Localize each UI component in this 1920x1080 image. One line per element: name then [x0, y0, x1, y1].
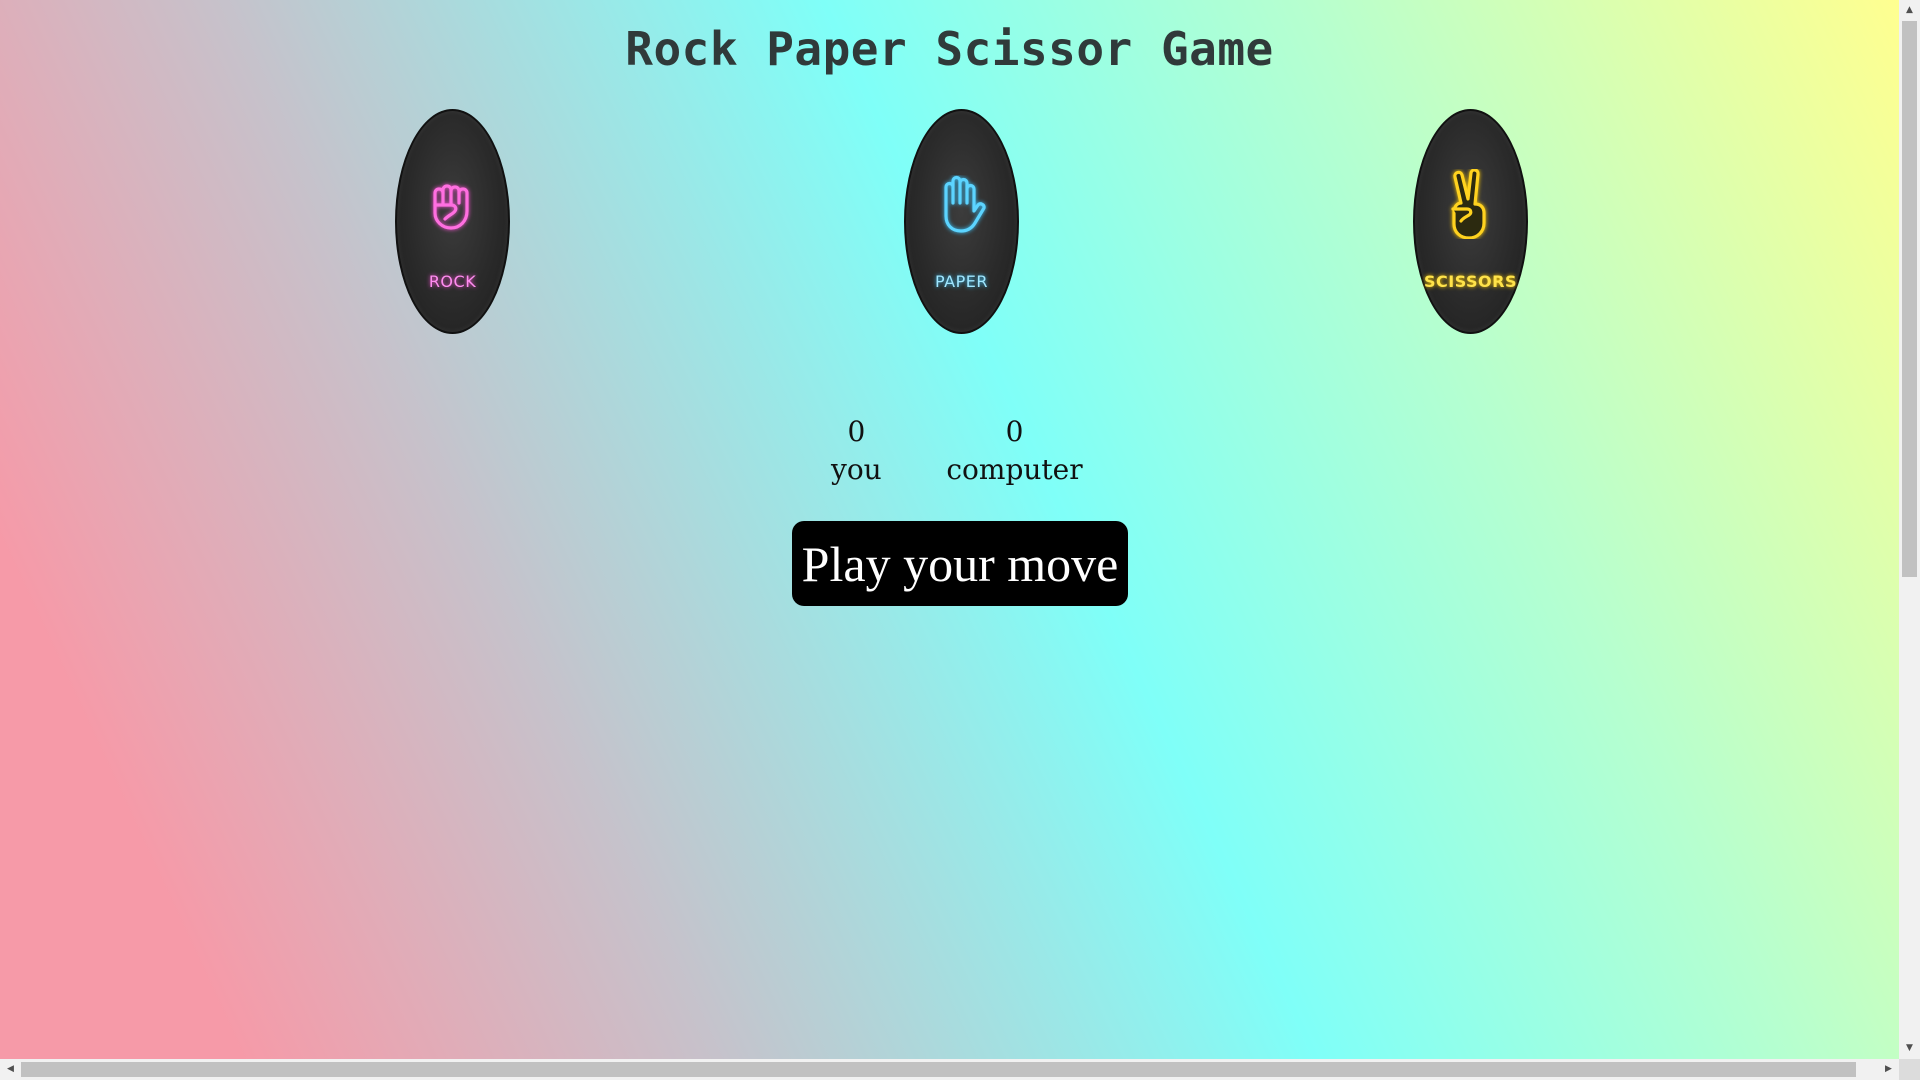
- vertical-scrollbar[interactable]: ▲ ▼: [1899, 0, 1920, 1059]
- scissors-choice-button[interactable]: SCISSORS: [1413, 109, 1528, 334]
- scroll-down-icon[interactable]: ▼: [1899, 1038, 1920, 1059]
- message-box: Play your move: [792, 521, 1128, 606]
- open-hand-icon: [943, 175, 986, 233]
- user-score-label: you: [831, 453, 882, 486]
- page-title: Rock Paper Scissor Game: [625, 22, 1274, 76]
- computer-score-label: computer: [946, 453, 1083, 486]
- game-page: Rock Paper Scissor Game ROCK PAPER SCISS…: [0, 0, 1899, 1059]
- user-score: 0: [847, 415, 866, 448]
- user-score-panel: 0 you: [816, 413, 896, 489]
- scoreboard: 0 you 0 computer: [0, 413, 1899, 489]
- horizontal-scrollbar[interactable]: ◀ ▶: [0, 1059, 1899, 1080]
- scrollbar-corner: [1899, 1059, 1920, 1080]
- rock-label: ROCK: [428, 272, 477, 291]
- paper-choice-button[interactable]: PAPER: [904, 109, 1019, 334]
- fist-icon: [432, 184, 469, 230]
- vertical-scroll-thumb[interactable]: [1902, 21, 1917, 577]
- computer-score-panel: 0 computer: [946, 413, 1082, 489]
- computer-score: 0: [1005, 415, 1024, 448]
- peace-hand-icon: [1450, 169, 1486, 239]
- rock-choice-button[interactable]: ROCK: [395, 109, 510, 334]
- scroll-right-icon[interactable]: ▶: [1878, 1059, 1899, 1080]
- scroll-left-icon[interactable]: ◀: [0, 1059, 21, 1080]
- paper-label: PAPER: [935, 272, 988, 291]
- horizontal-scroll-thumb[interactable]: [21, 1062, 1856, 1077]
- scissors-label: SCISSORS: [1424, 272, 1517, 291]
- scroll-up-icon[interactable]: ▲: [1899, 0, 1920, 21]
